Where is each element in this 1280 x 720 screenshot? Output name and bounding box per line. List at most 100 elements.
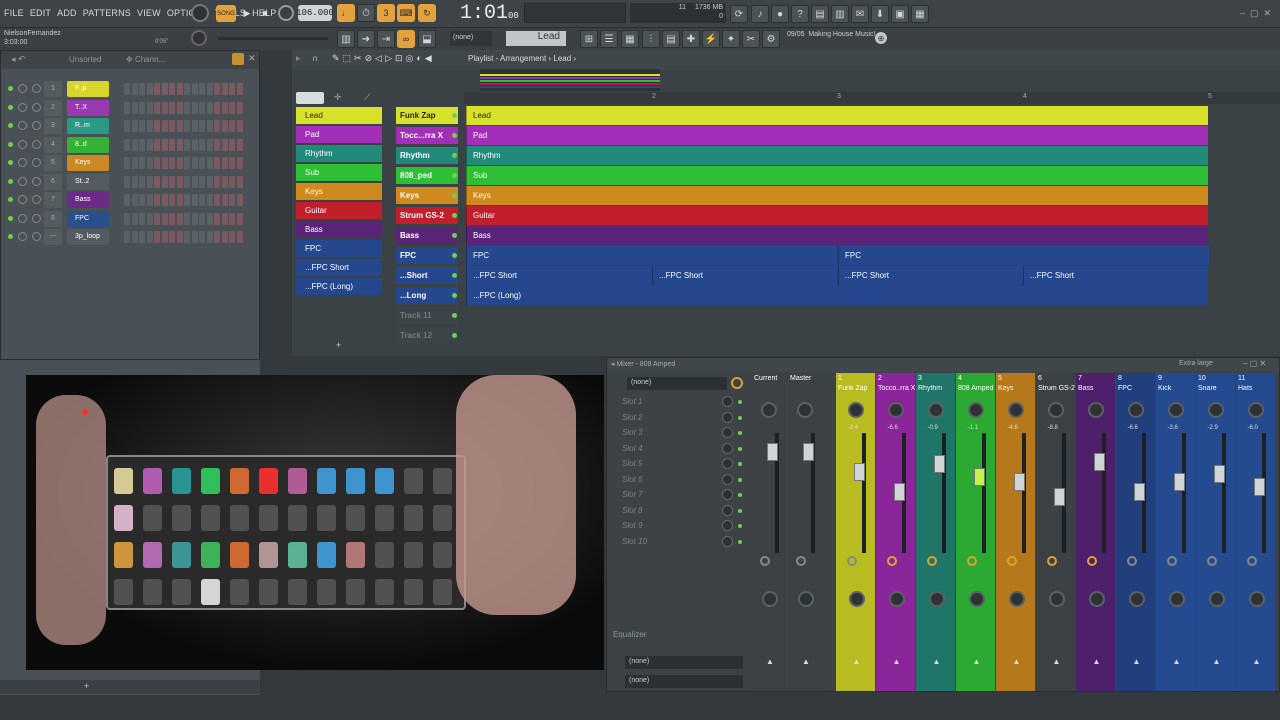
step-button[interactable] bbox=[184, 138, 190, 151]
channel-row[interactable]: --- 3p_loop bbox=[4, 229, 254, 245]
countdown-icon[interactable]: 3 bbox=[377, 4, 395, 22]
channel-name-button[interactable]: T..X bbox=[67, 99, 109, 116]
rack-filter[interactable]: Unsorted bbox=[69, 55, 101, 64]
strip-stereo-knob[interactable] bbox=[928, 591, 945, 607]
channel-mute-led[interactable] bbox=[8, 178, 13, 184]
step-button[interactable] bbox=[176, 157, 183, 169]
mixer-strip[interactable]: 11 Hats -6.0 ▲ bbox=[1236, 373, 1275, 691]
template-icon[interactable]: ⚡ bbox=[702, 30, 720, 48]
slot-enable-led[interactable] bbox=[738, 539, 742, 544]
step-button[interactable] bbox=[154, 83, 160, 95]
slot-mix-knob[interactable] bbox=[722, 396, 733, 407]
channel-mute-led[interactable] bbox=[8, 215, 13, 221]
channel-name-button[interactable]: 3p_loop bbox=[67, 229, 109, 245]
channels-icon[interactable]: ⚙ bbox=[762, 30, 780, 48]
step-button[interactable] bbox=[214, 194, 220, 206]
window-controls[interactable]: – ▢ ✕ bbox=[1240, 8, 1271, 19]
add-pattern-icon[interactable]: ✛ bbox=[334, 92, 342, 103]
step-button[interactable] bbox=[154, 231, 160, 243]
step-button[interactable] bbox=[131, 231, 138, 243]
strip-stereo-knob[interactable] bbox=[1248, 591, 1265, 607]
strip-pan-knob[interactable] bbox=[1207, 402, 1224, 418]
track-header[interactable]: Track 12 bbox=[396, 327, 458, 344]
playlist-menu-icon[interactable]: ▸ bbox=[296, 53, 301, 64]
mixer-icon[interactable]: ⫶ bbox=[642, 30, 660, 48]
strip-fader-handle[interactable] bbox=[803, 443, 814, 461]
step-button[interactable] bbox=[184, 175, 190, 188]
strip-fx-toggle[interactable] bbox=[926, 556, 937, 566]
step-button[interactable] bbox=[199, 194, 205, 206]
step-button[interactable] bbox=[131, 212, 138, 225]
slot-enable-led[interactable] bbox=[738, 524, 742, 528]
strip-fx-toggle[interactable] bbox=[1046, 556, 1057, 566]
track-header[interactable]: Tocc...rra X bbox=[396, 127, 458, 144]
step-button[interactable] bbox=[199, 101, 205, 114]
strip-fx-toggle[interactable] bbox=[1166, 556, 1177, 566]
step-button[interactable] bbox=[191, 120, 198, 132]
strip-route-arrow-icon[interactable]: ▲ bbox=[1013, 657, 1021, 666]
step-button[interactable] bbox=[229, 212, 235, 225]
channel-name-button[interactable]: St..2 bbox=[67, 173, 109, 190]
pattern-item[interactable]: FPC bbox=[296, 240, 382, 257]
help-icon[interactable]: ? bbox=[791, 5, 809, 23]
strip-fader-track[interactable] bbox=[981, 433, 986, 553]
step-button[interactable] bbox=[191, 157, 198, 169]
add-track-icon[interactable]: + bbox=[336, 340, 341, 350]
piano-icon[interactable]: ▥ bbox=[337, 30, 355, 48]
track-header[interactable]: Strum GS-2 bbox=[396, 207, 458, 224]
step-button[interactable] bbox=[184, 83, 190, 95]
step-button[interactable] bbox=[236, 138, 243, 151]
step-button[interactable] bbox=[146, 157, 153, 169]
pattern-item[interactable]: Rhythm bbox=[296, 145, 382, 162]
channel-mute-led[interactable] bbox=[8, 86, 13, 91]
step-button[interactable] bbox=[206, 175, 213, 188]
track-header[interactable]: Rhythm bbox=[396, 147, 458, 164]
track-header[interactable]: Track 11 bbox=[396, 307, 458, 324]
step-button[interactable] bbox=[184, 212, 190, 225]
step-button[interactable] bbox=[199, 175, 205, 188]
step-button[interactable] bbox=[124, 231, 130, 243]
step-button[interactable] bbox=[184, 157, 190, 169]
step-button[interactable] bbox=[214, 83, 220, 95]
channel-volume-knob[interactable] bbox=[32, 121, 41, 130]
step-button[interactable] bbox=[146, 138, 153, 151]
slot-mix-knob[interactable] bbox=[722, 473, 733, 485]
channel-name-button[interactable]: Bass bbox=[67, 192, 109, 208]
menu-edit[interactable]: EDIT bbox=[30, 8, 51, 18]
step-button[interactable] bbox=[176, 231, 183, 243]
step-button[interactable] bbox=[236, 212, 243, 225]
step-button[interactable] bbox=[139, 138, 145, 151]
step-button[interactable] bbox=[131, 101, 138, 114]
channel-volume-knob[interactable] bbox=[32, 232, 41, 241]
step-button[interactable] bbox=[124, 194, 130, 206]
step-button[interactable] bbox=[214, 231, 220, 243]
step-button[interactable] bbox=[161, 157, 168, 169]
mixer-strip[interactable]: 7 Bass ▲ bbox=[1076, 373, 1115, 691]
channel-row[interactable]: 6 St..2 bbox=[4, 173, 254, 190]
playlist-clip[interactable]: Sub bbox=[466, 166, 1208, 185]
step-button[interactable] bbox=[229, 101, 235, 114]
playlist-clip[interactable]: Keys bbox=[466, 186, 1208, 205]
browser-add-icon[interactable]: + bbox=[84, 681, 89, 691]
strip-fader-handle[interactable] bbox=[973, 468, 985, 486]
strip-fx-toggle[interactable] bbox=[1206, 556, 1217, 566]
step-button[interactable] bbox=[199, 120, 205, 132]
step-button[interactable] bbox=[236, 157, 243, 169]
strip-stereo-knob[interactable] bbox=[968, 591, 985, 607]
step-button[interactable] bbox=[161, 83, 168, 95]
step-button[interactable] bbox=[161, 194, 168, 206]
channel-pan-knob[interactable] bbox=[18, 102, 27, 112]
strip-pan-knob[interactable] bbox=[1127, 402, 1144, 418]
strip-route-arrow-icon[interactable]: ▲ bbox=[1253, 657, 1261, 666]
step-button[interactable] bbox=[146, 231, 153, 243]
playlist-clip[interactable]: ...FPC Short bbox=[466, 266, 651, 285]
step-button[interactable] bbox=[146, 83, 153, 95]
track-mute-led[interactable] bbox=[452, 313, 457, 318]
slot-mix-knob[interactable] bbox=[722, 458, 733, 469]
mixer-strip[interactable]: Master ▲ bbox=[788, 373, 822, 691]
playlist-clip[interactable]: Pad bbox=[466, 126, 1208, 145]
slot-mix-knob[interactable] bbox=[722, 520, 733, 531]
pattern-select[interactable]: (none) bbox=[450, 31, 492, 46]
magnet-icon[interactable]: ∩ bbox=[312, 53, 318, 63]
channel-mixer-track[interactable]: 8 bbox=[44, 210, 62, 227]
